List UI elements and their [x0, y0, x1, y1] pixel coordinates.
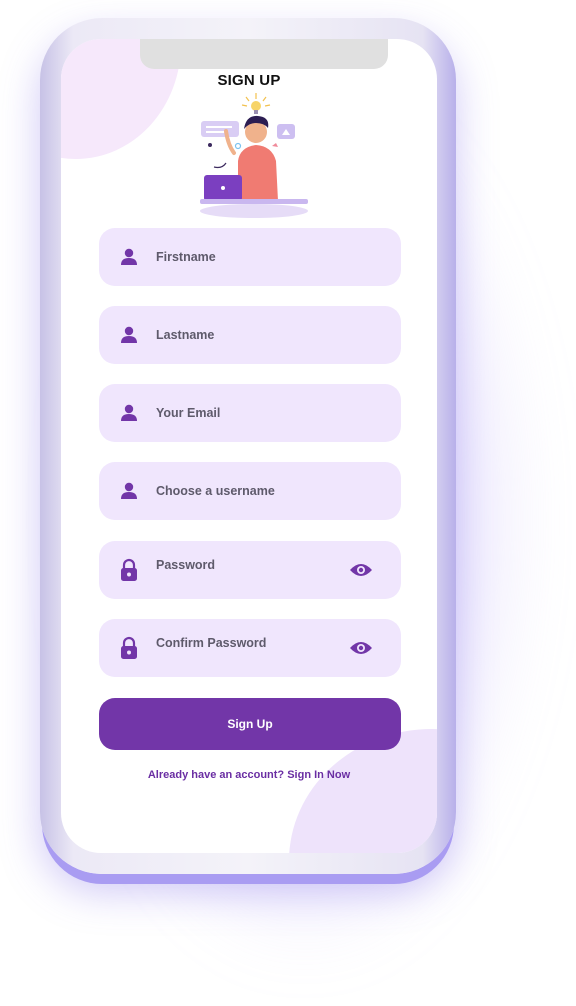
lock-icon [121, 636, 137, 659]
page-title: SIGN UP [217, 72, 281, 89]
firstname-field[interactable]: Firstname [99, 228, 401, 286]
app-screen: SIGN UP Firstname Lastname Your Email Ch… [61, 39, 437, 853]
lock-icon [121, 558, 137, 581]
lastname-placeholder: Lastname [156, 328, 215, 342]
confirm-password-placeholder: Confirm Password [156, 636, 267, 650]
signup-illustration [200, 93, 308, 218]
username-field[interactable]: Choose a username [99, 462, 401, 520]
eye-icon[interactable] [349, 639, 373, 657]
lastname-field[interactable]: Lastname [99, 306, 401, 364]
password-placeholder: Password [156, 558, 216, 572]
firstname-placeholder: Firstname [156, 250, 216, 264]
password-field[interactable]: Password [99, 541, 401, 599]
phone-frame: SIGN UP Firstname Lastname Your Email Ch… [40, 18, 456, 874]
eye-icon[interactable] [349, 561, 373, 579]
confirm-password-field[interactable]: Confirm Password [99, 619, 401, 677]
signup-button[interactable]: Sign Up [99, 698, 401, 750]
phone-notch [140, 39, 388, 69]
person-icon [121, 404, 137, 421]
email-field[interactable]: Your Email [99, 384, 401, 442]
signin-link[interactable]: Already have an account? Sign In Now [61, 769, 437, 781]
person-icon [121, 326, 137, 343]
person-icon [121, 482, 137, 499]
username-placeholder: Choose a username [156, 484, 275, 498]
person-icon [121, 248, 137, 265]
email-placeholder: Your Email [156, 406, 221, 420]
